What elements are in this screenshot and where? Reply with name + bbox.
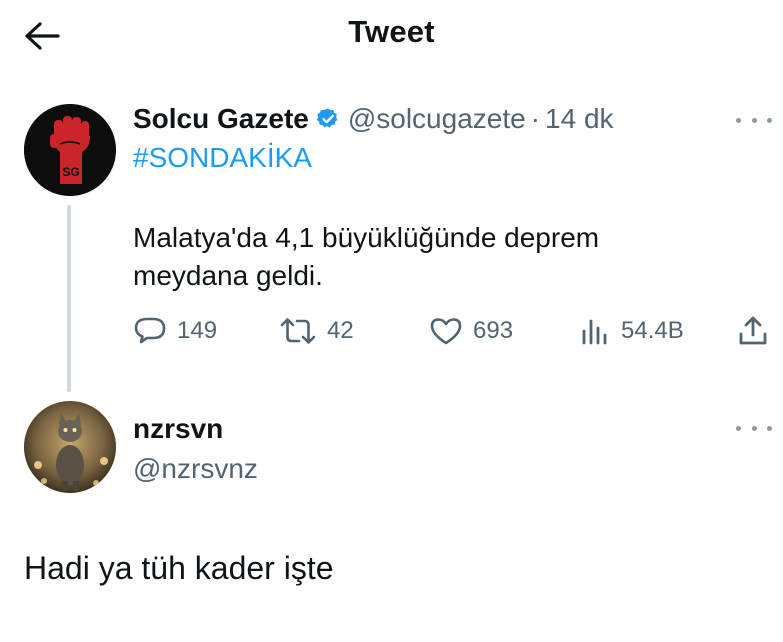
retweet-icon xyxy=(280,318,316,344)
tweet-text: Malatya'da 4,1 büyüklüğünde deprem meyda… xyxy=(133,222,600,291)
reply-author-handle[interactable]: @nzrsvnz xyxy=(133,453,258,485)
dot-icon xyxy=(736,425,741,431)
views-button[interactable]: 54.4B xyxy=(579,311,684,351)
tweet-actions: 149 42 693 54.4B xyxy=(133,311,783,351)
tweet-header: Solcu Gazete @solcugazete · 14 dk xyxy=(133,99,614,139)
dot-icon xyxy=(751,117,757,123)
top-bar: Tweet xyxy=(0,0,783,70)
reply-icon xyxy=(134,317,166,344)
reply-more-options-button[interactable] xyxy=(736,418,772,438)
more-options-button[interactable] xyxy=(736,110,772,130)
reply-button[interactable]: 149 xyxy=(133,311,217,351)
author-handle[interactable]: @solcugazete xyxy=(348,103,526,135)
reply-count: 149 xyxy=(177,317,218,344)
separator-dot: · xyxy=(530,103,541,134)
page-title: Tweet xyxy=(348,14,435,49)
reply-author-name[interactable]: nzrsvn xyxy=(133,413,223,445)
author-name[interactable]: Solcu Gazete xyxy=(133,103,309,135)
cat-figure-avatar-icon xyxy=(24,401,116,493)
like-count: 693 xyxy=(473,317,514,344)
author-avatar[interactable]: SG xyxy=(24,104,116,196)
share-icon xyxy=(739,316,767,345)
dot-icon xyxy=(767,425,772,431)
retweet-count: 42 xyxy=(327,317,354,344)
share-button[interactable] xyxy=(736,311,770,351)
verified-badge-icon xyxy=(316,107,340,131)
dot-icon xyxy=(767,117,772,123)
dot-icon xyxy=(751,425,757,431)
view-count: 54.4B xyxy=(621,317,684,344)
retweet-button[interactable]: 42 xyxy=(279,311,354,351)
tweet-timestamp[interactable]: 14 dk xyxy=(545,103,614,135)
bar-chart-icon xyxy=(582,319,607,345)
reply-text: Hadi ya tüh kader işte xyxy=(24,550,334,586)
heart-icon xyxy=(430,318,462,345)
avatar-text: SG xyxy=(62,165,79,179)
reply-author-avatar[interactable] xyxy=(24,401,116,493)
thread-line xyxy=(67,205,71,392)
raised-fist-logo-icon: SG xyxy=(24,104,116,196)
hashtag-link[interactable]: #SONDAKİKA xyxy=(133,142,312,174)
like-button[interactable]: 693 xyxy=(429,311,513,351)
dot-icon xyxy=(736,117,741,123)
